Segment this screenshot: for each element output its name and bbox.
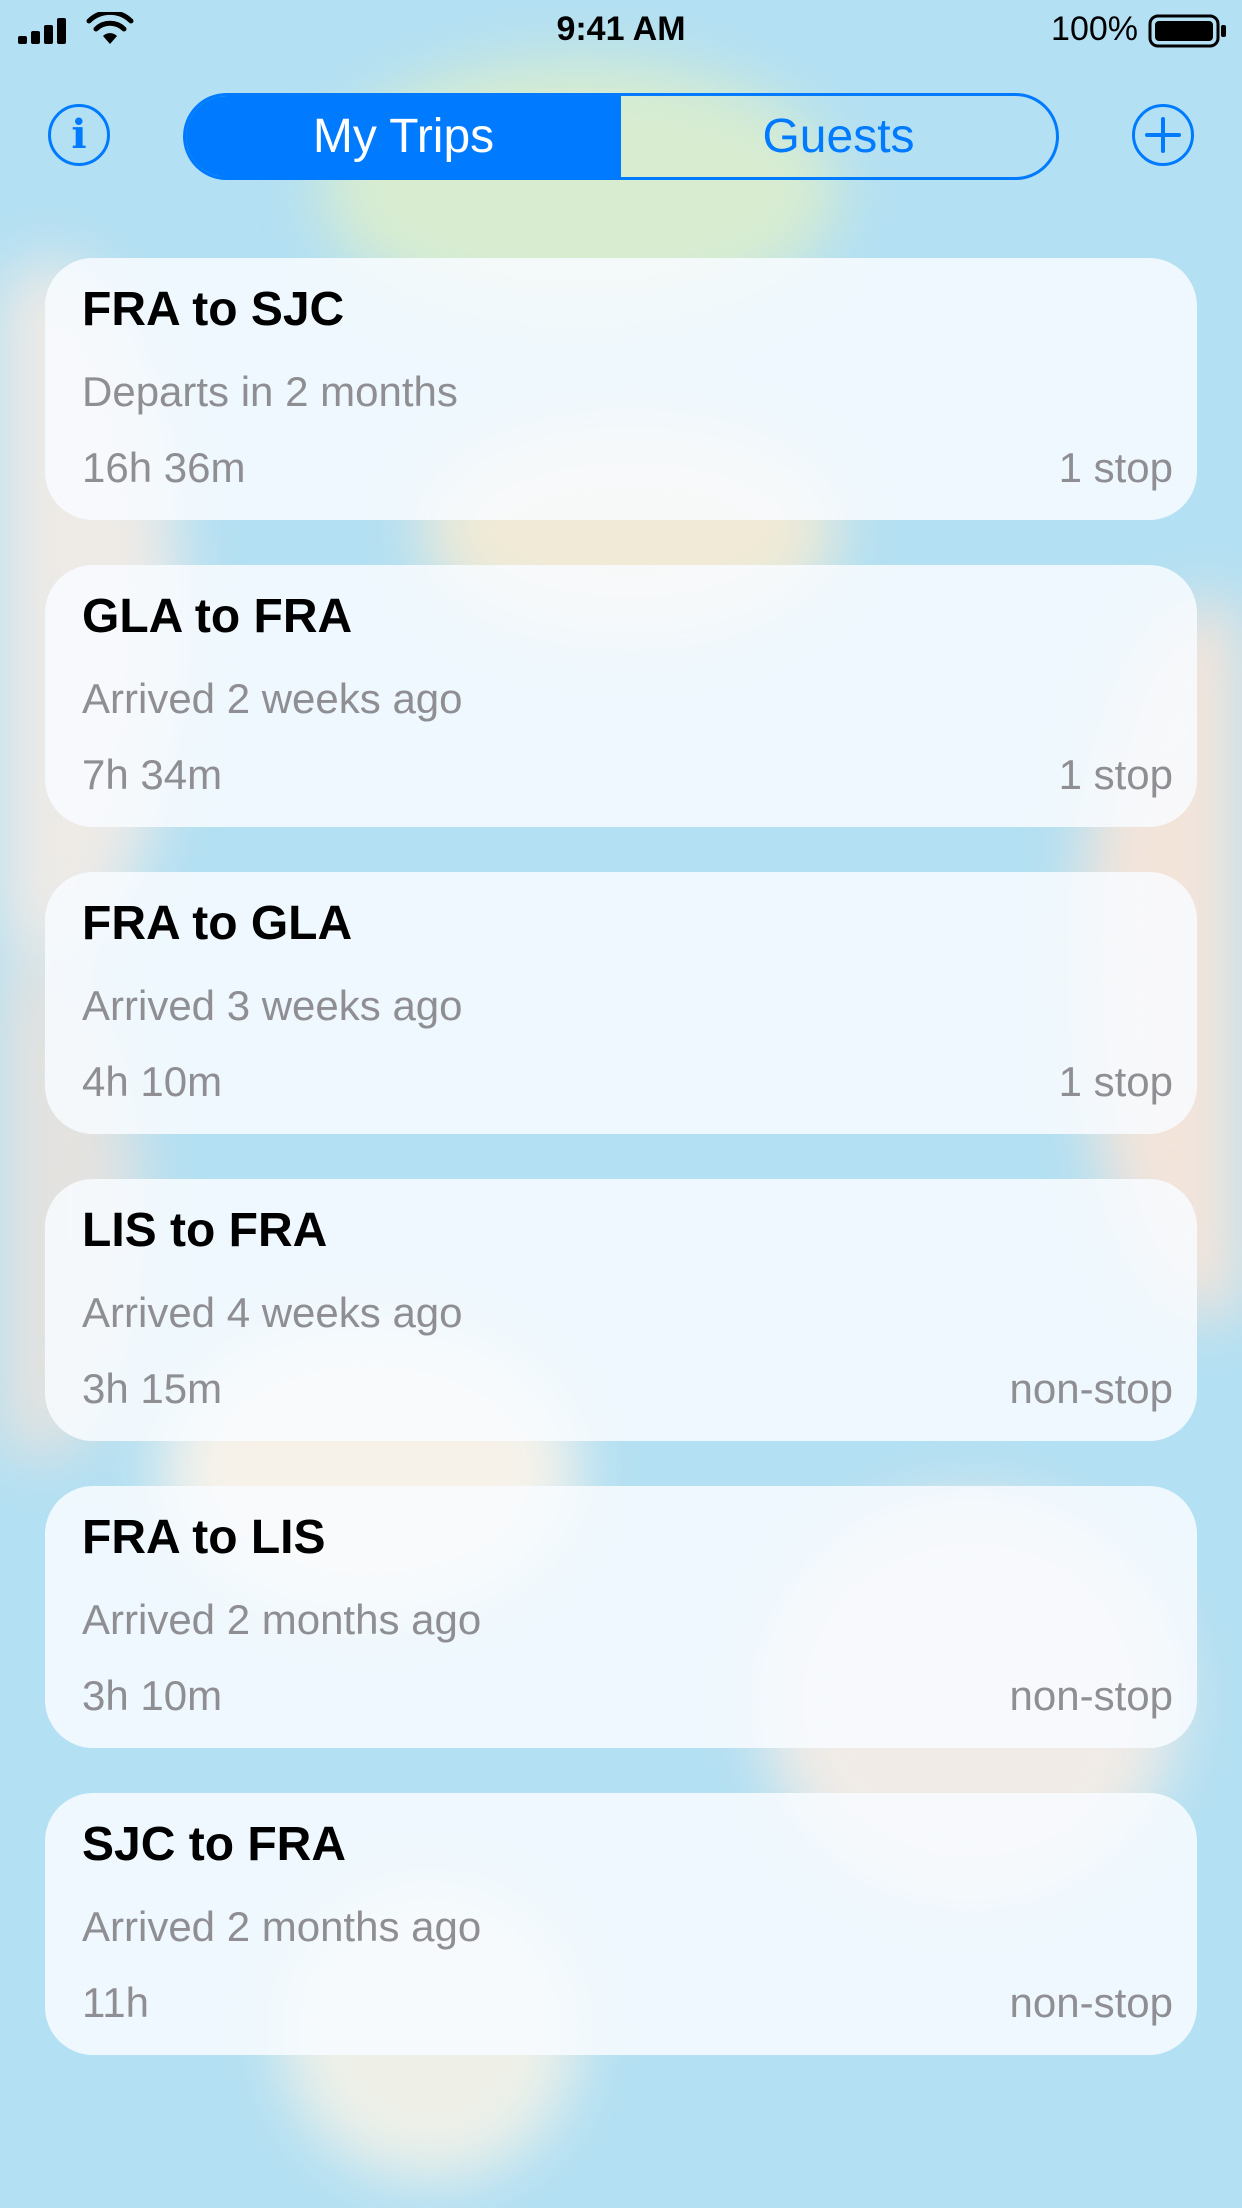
trip-stops: 1 stop [1058,751,1173,798]
trip-stops: non-stop [1009,1672,1173,1719]
info-icon[interactable]: i [48,104,110,166]
trip-stops: 1 stop [1058,444,1173,491]
trip-route: SJC to FRA [82,1818,346,1871]
trip-route: FRA to LIS [82,1511,326,1564]
trip-route: FRA to GLA [82,897,353,950]
trip-status: Arrived 2 months ago [82,1596,482,1643]
trip-status: Arrived 3 weeks ago [82,982,463,1029]
segment-my-trips[interactable]: My Trips [186,96,621,177]
battery-icon [1148,14,1228,48]
trip-status: Departs in 2 months [82,368,458,415]
trip-stops: non-stop [1009,1365,1173,1412]
trip-duration: 3h 15m [82,1365,223,1412]
trip-duration: 3h 10m [82,1672,223,1719]
trip-duration: 4h 10m [82,1058,223,1105]
add-trip-icon[interactable] [1132,104,1194,166]
trip-duration: 11h [82,1979,149,2026]
trip-status: Arrived 2 weeks ago [82,675,463,722]
trip-route: FRA to SJC [82,283,345,336]
trip-duration: 7h 34m [82,751,223,798]
trip-list: FRA to SJC Departs in 2 months 16h 36m 1… [45,258,1197,2100]
trip-card[interactable]: FRA to SJC Departs in 2 months 16h 36m 1… [45,258,1197,520]
segment-guests[interactable]: Guests [621,96,1056,177]
trip-card[interactable]: GLA to FRA Arrived 2 weeks ago 7h 34m 1 … [45,565,1197,827]
trip-card[interactable]: SJC to FRA Arrived 2 months ago 11h non-… [45,1793,1197,2055]
trip-card[interactable]: FRA to GLA Arrived 3 weeks ago 4h 10m 1 … [45,872,1197,1134]
trips-segmented-control: My Trips Guests [183,93,1059,180]
trip-duration: 16h 36m [82,444,246,491]
trip-card[interactable]: FRA to LIS Arrived 2 months ago 3h 10m n… [45,1486,1197,1748]
battery-percentage: 100% [1051,10,1138,48]
trip-stops: non-stop [1009,1979,1173,2026]
trip-status: Arrived 2 months ago [82,1903,482,1950]
trip-stops: 1 stop [1058,1058,1173,1105]
status-bar: 9:41 AM 100% [0,0,1242,60]
navigation-bar: i My Trips Guests [0,90,1242,180]
trip-route: LIS to FRA [82,1204,328,1257]
trip-route: GLA to FRA [82,590,353,643]
trip-card[interactable]: LIS to FRA Arrived 4 weeks ago 3h 15m no… [45,1179,1197,1441]
trip-status: Arrived 4 weeks ago [82,1289,463,1336]
